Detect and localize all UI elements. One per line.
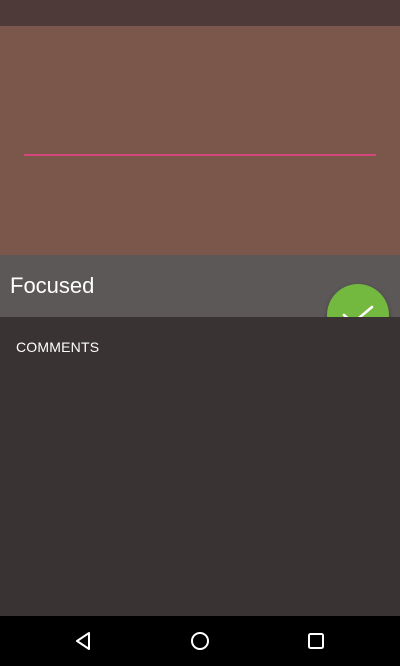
system-navigation-bar	[0, 616, 400, 666]
home-circle-icon	[191, 632, 209, 650]
nav-recents-button[interactable]	[286, 616, 346, 666]
app-screen: Focused COMMENTS	[0, 0, 400, 666]
recents-square-icon	[308, 633, 324, 649]
comments-section-label: COMMENTS	[16, 339, 100, 355]
header-image-area	[0, 26, 400, 255]
nav-back-button[interactable]	[54, 616, 114, 666]
page-title: Focused	[10, 273, 95, 298]
back-triangle-icon	[76, 632, 90, 650]
content-area: COMMENTS	[0, 317, 400, 616]
status-bar	[0, 0, 400, 26]
nav-home-button[interactable]	[170, 616, 230, 666]
text-field-underline[interactable]	[24, 154, 376, 156]
